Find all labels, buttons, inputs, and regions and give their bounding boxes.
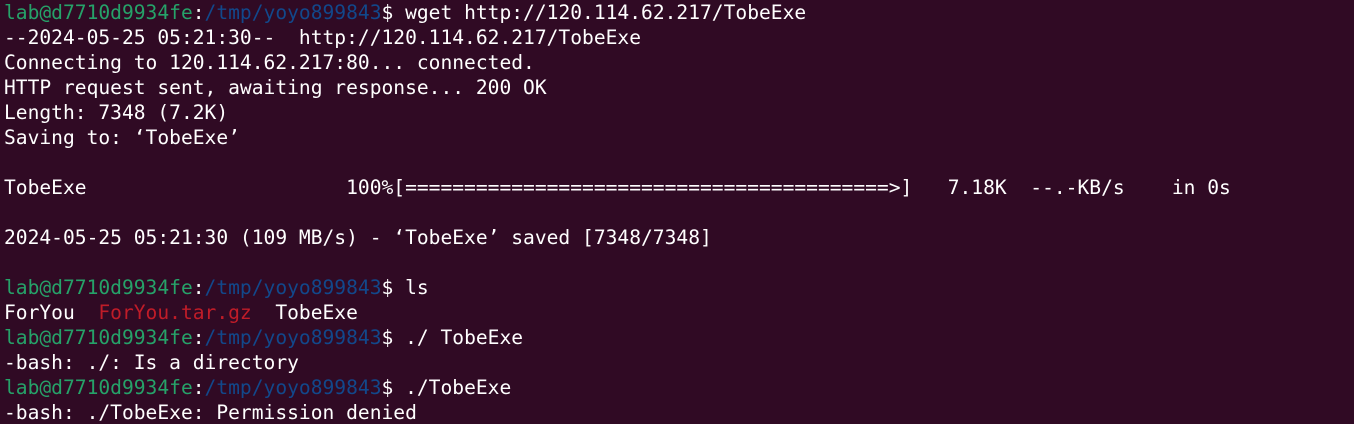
ls-listing: ForYou ForYou.tar.gz TobeExe — [4, 300, 1354, 325]
prompt-cwd: /tmp/yoyo899843 — [204, 276, 382, 299]
prompt-symbol: $ — [381, 276, 406, 299]
prompt-cwd: /tmp/yoyo899843 — [204, 1, 382, 24]
output-line: --2024-05-25 05:21:30-- http://120.114.6… — [4, 26, 642, 49]
error-line: -bash: ./: Is a directory — [4, 351, 299, 374]
prompt-line: lab@d7710d9934fe:/tmp/yoyo899843$ ./Tobe… — [4, 375, 1354, 400]
command-text: ./TobeExe — [405, 376, 512, 399]
prompt-cwd: /tmp/yoyo899843 — [204, 376, 382, 399]
output-line: 2024-05-25 05:21:30 (109 MB/s) - ‘TobeEx… — [4, 226, 712, 249]
output-line: Saving to: ‘TobeExe’ — [4, 126, 240, 149]
prompt-user-host: lab@d7710d9934fe — [4, 376, 193, 399]
output-line: Length: 7348 (7.2K) — [4, 101, 229, 124]
prompt-line: lab@d7710d9934fe:/tmp/yoyo899843$ wget h… — [4, 0, 1354, 25]
output-line: Connecting to 120.114.62.217:80... conne… — [4, 51, 535, 74]
prompt-user-host: lab@d7710d9934fe — [4, 1, 193, 24]
command-text: ls — [405, 276, 429, 299]
prompt-line: lab@d7710d9934fe:/tmp/yoyo899843$ ls — [4, 275, 1354, 300]
list-item: TobeExe — [275, 301, 358, 324]
prompt-symbol: $ — [381, 326, 406, 349]
prompt-separator: : — [192, 1, 205, 24]
prompt-separator: : — [192, 276, 205, 299]
command-text: wget http://120.114.62.217/TobeExe — [405, 1, 807, 24]
command-text: ./ TobeExe — [405, 326, 524, 349]
prompt-symbol: $ — [381, 376, 406, 399]
prompt-separator: : — [192, 326, 205, 349]
prompt-line: lab@d7710d9934fe:/tmp/yoyo899843$ ./ Tob… — [4, 325, 1354, 350]
prompt-separator: : — [192, 376, 205, 399]
list-item: ForYou.tar.gz — [98, 301, 252, 324]
prompt-cwd: /tmp/yoyo899843 — [204, 326, 382, 349]
terminal-window[interactable]: lab@d7710d9934fe:/tmp/yoyo899843$ wget h… — [0, 0, 1354, 424]
prompt-user-host: lab@d7710d9934fe — [4, 326, 193, 349]
download-progress-line: TobeExe 100%[===========================… — [4, 176, 1231, 199]
prompt-user-host: lab@d7710d9934fe — [4, 276, 193, 299]
prompt-symbol: $ — [381, 1, 406, 24]
output-line: HTTP request sent, awaiting response... … — [4, 76, 547, 99]
list-item: ForYou — [4, 301, 75, 324]
error-line: -bash: ./TobeExe: Permission denied — [4, 401, 417, 424]
